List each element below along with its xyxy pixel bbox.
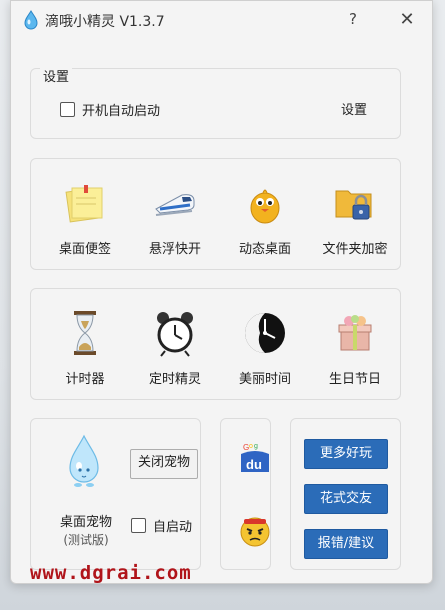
tool-label: 动态桌面 [238, 242, 291, 257]
tool-label: 桌面便签 [58, 242, 111, 257]
window-title: 滴哦小精灵 V1.3.7 [45, 14, 165, 30]
tool-folder-encrypt[interactable]: 文件夹加密 [314, 176, 396, 257]
water-drop-pet-icon [69, 434, 99, 487]
autostart-label: 开机自动启动 [82, 104, 161, 119]
settings-legend: 设置 [40, 66, 73, 85]
hourglass-icon [74, 311, 96, 355]
clock-face-icon [245, 313, 285, 353]
chick-icon [250, 189, 280, 224]
pet-autostart-checkbox[interactable]: 自启动 [131, 516, 192, 535]
tool-sticky-notes[interactable]: 桌面便签 [44, 176, 126, 257]
water-drop-icon [24, 10, 38, 30]
angry-face-icon[interactable] [238, 514, 272, 548]
pet-autostart-label: 自启动 [153, 520, 193, 535]
checkbox-box[interactable] [60, 102, 75, 117]
close-pet-button[interactable]: 关闭宠物 [130, 449, 198, 479]
watermark: www.dgrai.com [30, 562, 192, 584]
pet-label: 桌面宠物 [59, 515, 112, 530]
gift-box-icon [338, 315, 372, 351]
alarm-clock-icon [157, 312, 193, 357]
svg-text:o: o [249, 443, 253, 450]
close-button[interactable]: ✕ [397, 10, 417, 30]
title-bar: 滴哦小精灵 V1.3.7 ? ✕ [11, 1, 432, 37]
tool-dynamic-desktop[interactable]: 动态桌面 [224, 176, 306, 257]
tool-quick-launch[interactable]: 悬浮快开 [134, 176, 216, 257]
checkbox-box[interactable] [131, 518, 146, 533]
fancy-friends-button[interactable]: 花式交友 [304, 484, 388, 514]
autostart-checkbox[interactable]: 开机自动启动 [60, 100, 160, 119]
tool-label: 美丽时间 [238, 372, 291, 387]
svg-text:du: du [246, 457, 262, 472]
more-fun-button[interactable]: 更多好玩 [304, 439, 388, 469]
tool-alarm[interactable]: 定时精灵 [134, 306, 216, 387]
pet-sublabel: (测试版) [63, 533, 109, 547]
tool-beautiful-time[interactable]: 美丽时间 [224, 306, 306, 387]
locked-folder-icon [335, 190, 372, 220]
google-du-icon[interactable]: G o g du [238, 440, 272, 474]
tool-birthday[interactable]: 生日节日 [314, 306, 396, 387]
tool-label: 计时器 [65, 372, 105, 387]
bullet-train-icon [155, 194, 195, 216]
tool-label: 悬浮快开 [148, 242, 201, 257]
tool-label: 文件夹加密 [322, 242, 388, 257]
help-button[interactable]: ? [343, 10, 363, 30]
sticky-notes-icon [65, 185, 103, 223]
tool-label: 生日节日 [328, 372, 381, 387]
tool-label: 定时精灵 [148, 372, 201, 387]
report-button[interactable]: 报错/建议 [304, 529, 388, 559]
settings-button[interactable]: 设置 [341, 99, 367, 118]
svg-text:g: g [254, 443, 258, 450]
tool-timer[interactable]: 计时器 [44, 306, 126, 387]
